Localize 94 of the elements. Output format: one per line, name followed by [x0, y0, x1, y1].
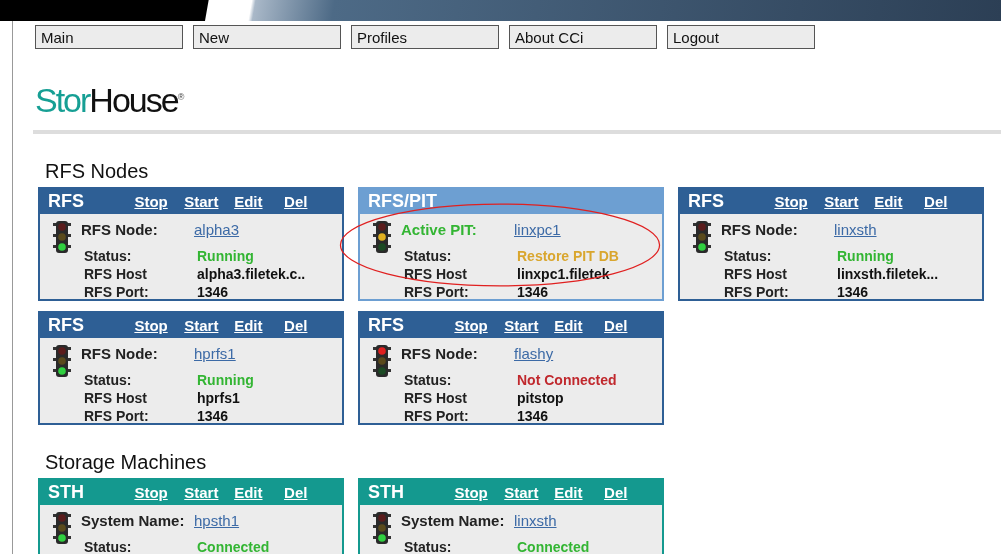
- field-value: Restore PIT DB: [517, 247, 619, 266]
- traffic-light-icon: [372, 221, 392, 254]
- action-link[interactable]: Del: [284, 317, 334, 335]
- field-label: RFS Host: [84, 265, 148, 284]
- action-link[interactable]: Start: [184, 317, 235, 335]
- field-value: linxsth.filetek...: [837, 265, 939, 284]
- field-label: RFS Host: [84, 389, 148, 408]
- field-label: RFS Host: [404, 265, 468, 284]
- field-value: alpha3.filetek.c..: [197, 265, 306, 284]
- field-label: Status:: [404, 371, 453, 390]
- field-label: Status:: [84, 371, 133, 390]
- field-label: RFS Port:: [724, 283, 790, 302]
- field-value: Connected: [517, 538, 590, 554]
- field-label: RFS Port:: [84, 283, 150, 302]
- field-label: Status:: [404, 538, 453, 554]
- field-label: RFS Node:: [81, 345, 159, 364]
- field-value: hprfs1: [197, 389, 240, 408]
- field-value: 1346: [197, 283, 229, 302]
- action-link[interactable]: Del: [284, 484, 334, 502]
- field-label: RFS Node:: [401, 345, 479, 364]
- traffic-light-icon: [52, 221, 72, 254]
- field-value: Running: [197, 247, 254, 266]
- action-link[interactable]: Stop: [774, 193, 825, 211]
- nav-button[interactable]: About CCi: [509, 25, 657, 49]
- field-value: 1346: [517, 407, 549, 426]
- node-link[interactable]: linxpc1: [514, 221, 561, 240]
- field-value: 1346: [517, 283, 549, 302]
- action-link[interactable]: Del: [604, 484, 654, 502]
- action-link[interactable]: Edit: [234, 484, 285, 502]
- node-link[interactable]: hpsth1: [194, 512, 240, 531]
- action-link[interactable]: Edit: [554, 484, 605, 502]
- field-label: System Name:: [81, 512, 186, 531]
- nav-button[interactable]: Logout: [667, 25, 815, 49]
- action-link[interactable]: Edit: [874, 193, 925, 211]
- traffic-light-icon: [372, 512, 392, 545]
- nav-button[interactable]: Main: [35, 25, 183, 49]
- field-label: Status:: [84, 247, 133, 266]
- field-value: 1346: [837, 283, 869, 302]
- field-value: Not Connected: [517, 371, 617, 390]
- field-label: RFS Port:: [84, 407, 150, 426]
- action-link[interactable]: Edit: [554, 317, 605, 335]
- card-title: RFS: [688, 191, 725, 213]
- node-link[interactable]: alpha3: [194, 221, 240, 240]
- card-title: RFS: [368, 315, 405, 337]
- field-value: Running: [197, 371, 254, 390]
- action-link[interactable]: Edit: [234, 193, 285, 211]
- action-link[interactable]: Start: [184, 484, 235, 502]
- action-link[interactable]: Del: [604, 317, 654, 335]
- action-link[interactable]: Start: [824, 193, 875, 211]
- action-link[interactable]: Stop: [134, 484, 185, 502]
- nav-button[interactable]: New: [193, 25, 341, 49]
- card-title: STH: [48, 482, 85, 504]
- section-heading: Storage Machines: [45, 451, 207, 475]
- field-label: RFS Node:: [721, 221, 799, 240]
- field-label: Status:: [84, 538, 133, 554]
- field-value: Running: [837, 247, 894, 266]
- card-title: RFS/PIT: [368, 191, 438, 213]
- action-link[interactable]: Del: [924, 193, 974, 211]
- action-link[interactable]: Stop: [454, 484, 505, 502]
- action-link[interactable]: Start: [504, 317, 555, 335]
- traffic-light-icon: [692, 221, 712, 254]
- field-label: Active PIT:: [401, 221, 478, 240]
- traffic-light-icon: [52, 345, 72, 378]
- action-link[interactable]: Start: [184, 193, 235, 211]
- field-label: RFS Host: [724, 265, 788, 284]
- field-label: RFS Node:: [81, 221, 159, 240]
- action-link[interactable]: Stop: [134, 193, 185, 211]
- action-link[interactable]: Stop: [454, 317, 505, 335]
- field-value: linxpc1.filetek: [517, 265, 610, 284]
- field-label: RFS Host: [404, 389, 468, 408]
- action-link[interactable]: Start: [504, 484, 555, 502]
- section-heading: RFS Nodes: [45, 160, 149, 184]
- node-link[interactable]: linxsth: [834, 221, 877, 240]
- field-label: RFS Port:: [404, 283, 470, 302]
- action-link[interactable]: Edit: [234, 317, 285, 335]
- card-title: RFS: [48, 315, 85, 337]
- node-link[interactable]: hprfs1: [194, 345, 236, 364]
- card-title: STH: [368, 482, 405, 504]
- node-link[interactable]: flashy: [514, 345, 554, 364]
- nav-button[interactable]: Profiles: [351, 25, 499, 49]
- traffic-light-icon: [372, 345, 392, 378]
- field-label: RFS Port:: [404, 407, 470, 426]
- field-label: Status:: [404, 247, 453, 266]
- node-link[interactable]: linxsth: [514, 512, 557, 531]
- field-value: pitstop: [517, 389, 564, 408]
- action-link[interactable]: Del: [284, 193, 334, 211]
- field-label: System Name:: [401, 512, 506, 531]
- storhouse-logo: StorHouse$^{®}$: [35, 80, 185, 121]
- traffic-light-icon: [52, 512, 72, 545]
- action-link[interactable]: Stop: [134, 317, 185, 335]
- field-label: Status:: [724, 247, 773, 266]
- field-value: Connected: [197, 538, 270, 554]
- card-title: RFS: [48, 191, 85, 213]
- field-value: 1346: [197, 407, 229, 426]
